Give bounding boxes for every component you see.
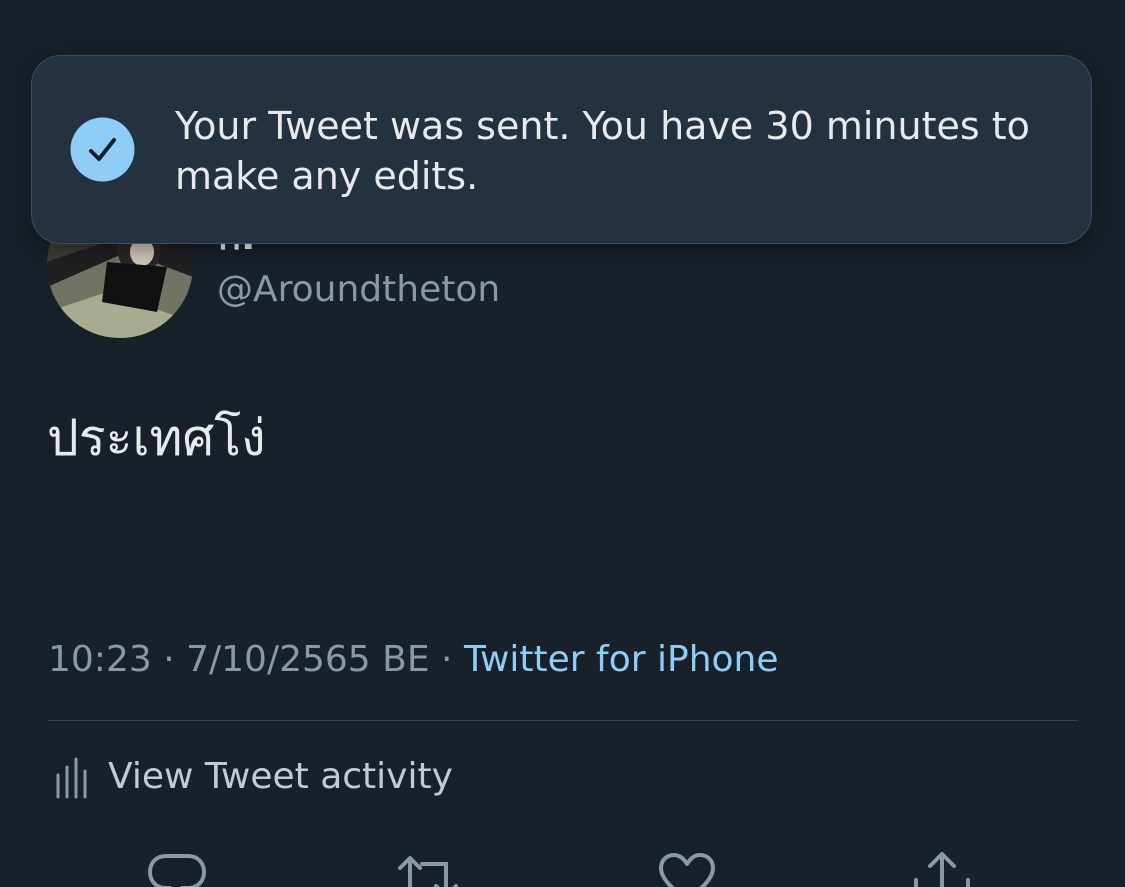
reply-button[interactable] bbox=[146, 848, 210, 887]
tweet-metadata: 10:23 · 7/10/2565 BE · Twitter for iPhon… bbox=[48, 635, 779, 685]
check-circle-icon bbox=[70, 117, 135, 182]
retweet-button[interactable] bbox=[396, 848, 460, 887]
retweet-icon bbox=[398, 856, 458, 887]
tweet-detail-screen: ก. @Aroundtheton ประเทศโง่ 10:23 · 7/10/… bbox=[0, 0, 1125, 887]
like-icon bbox=[659, 853, 715, 887]
tweet-action-bar bbox=[0, 848, 1125, 887]
bar-chart-icon bbox=[56, 757, 87, 799]
reply-icon bbox=[148, 854, 206, 887]
tweet-date: 7/10/2565 BE bbox=[186, 639, 430, 680]
tweet-source-link[interactable]: Twitter for iPhone bbox=[464, 639, 779, 680]
user-handle[interactable]: @Aroundtheton bbox=[217, 267, 500, 313]
divider bbox=[48, 720, 1077, 721]
share-icon bbox=[914, 852, 970, 887]
tweet-sent-toast[interactable]: Your Tweet was sent. You have 30 minutes… bbox=[31, 55, 1092, 244]
meta-separator: · bbox=[441, 639, 453, 680]
tweet-time: 10:23 bbox=[48, 639, 152, 680]
view-tweet-activity-label: View Tweet activity bbox=[108, 756, 453, 797]
share-button[interactable] bbox=[910, 848, 974, 887]
toast-message: Your Tweet was sent. You have 30 minutes… bbox=[175, 104, 1030, 198]
view-tweet-activity-button[interactable]: View Tweet activity bbox=[54, 752, 453, 802]
meta-separator: · bbox=[163, 639, 175, 680]
like-button[interactable] bbox=[655, 848, 719, 887]
tweet-text: ประเทศโง่ bbox=[47, 409, 266, 467]
